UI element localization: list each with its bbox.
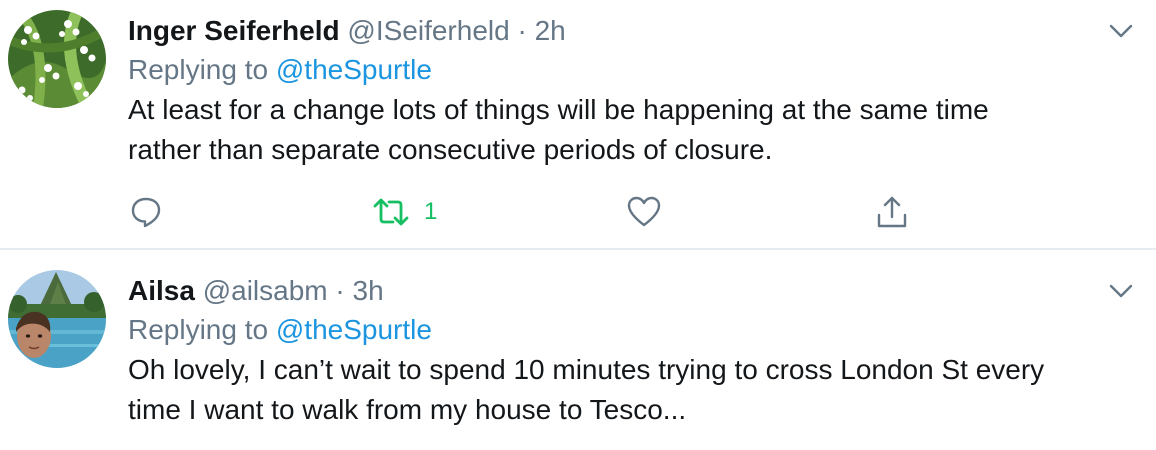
tweet-header: Inger Seiferheld @ISeiferheld · 2h — [128, 12, 1096, 50]
chevron-down-icon[interactable] — [1108, 278, 1134, 304]
display-name[interactable]: Ailsa — [128, 275, 195, 306]
chevron-down-icon[interactable] — [1108, 18, 1134, 44]
timestamp[interactable]: 2h — [535, 15, 566, 46]
replying-prefix: Replying to — [128, 314, 276, 345]
separator-dot: · — [335, 275, 345, 306]
tweet-content: Ailsa @ailsabm · 3h Replying to @theSpur… — [128, 272, 1096, 430]
avatar[interactable] — [8, 270, 106, 368]
display-name[interactable]: Inger Seiferheld — [128, 15, 340, 46]
reply-icon — [131, 197, 161, 228]
tweet-content: Inger Seiferheld @ISeiferheld · 2h Reply… — [128, 12, 1096, 170]
timestamp[interactable]: 3h — [353, 275, 384, 306]
replying-to: Replying to @theSpurtle — [128, 50, 1096, 90]
tropical-pool-selfie-avatar — [8, 270, 106, 368]
mention-link[interactable]: @theSpurtle — [276, 54, 432, 85]
user-handle[interactable]: @ISeiferheld — [347, 15, 509, 46]
avatar[interactable] — [8, 10, 106, 108]
replying-prefix: Replying to — [128, 54, 276, 85]
share-button[interactable] — [874, 190, 910, 234]
lily-of-the-valley-avatar — [8, 10, 106, 108]
share-icon — [877, 196, 907, 228]
tweet-text: Oh lovely, I can’t wait to spend 10 minu… — [128, 354, 1045, 425]
reply-button[interactable] — [128, 190, 164, 234]
mention-link[interactable]: @theSpurtle — [276, 314, 432, 345]
tweet-text: At least for a change lots of things wil… — [128, 94, 989, 165]
retweet-icon — [373, 198, 409, 226]
heart-icon — [627, 196, 661, 227]
tweet[interactable]: Inger Seiferheld @ISeiferheld · 2h Reply… — [0, 0, 1156, 250]
separator-dot: · — [517, 15, 527, 46]
user-handle[interactable]: @ailsabm — [203, 275, 328, 306]
tweet-header: Ailsa @ailsabm · 3h — [128, 272, 1096, 310]
like-button[interactable] — [626, 190, 662, 234]
tweet-actions: 1 — [128, 190, 928, 234]
retweet-button[interactable]: 1 — [372, 190, 437, 234]
replying-to: Replying to @theSpurtle — [128, 310, 1096, 350]
retweet-count: 1 — [424, 198, 438, 225]
tweet[interactable]: Ailsa @ailsabm · 3h Replying to @theSpur… — [0, 250, 1156, 450]
